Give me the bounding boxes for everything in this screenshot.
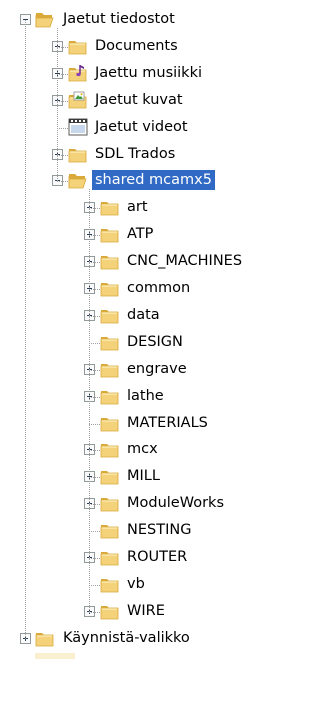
tree-item-label[interactable]: ModuleWorks (124, 493, 227, 513)
tree-guide-line (89, 262, 100, 264)
tree-guide-line (89, 558, 100, 559)
tree-guide-line (89, 396, 100, 398)
tree-guide-line (89, 531, 100, 533)
tree-guide-line (57, 181, 68, 183)
tree-guide-line (57, 154, 68, 156)
tree-item-label[interactable]: DESIGN (124, 332, 186, 352)
tree-item-cnc-machines[interactable]: CNC_MACHINES (0, 249, 277, 275)
tree-item-data[interactable]: data (0, 303, 277, 329)
tree-guide-line (89, 369, 100, 371)
tree-item-jaettu-musiikki[interactable]: Jaettu musiikki (0, 61, 277, 87)
tree-guide-line (89, 342, 100, 344)
tree-item-nesting[interactable]: NESTING (0, 518, 277, 544)
tree-guide-line (57, 100, 68, 102)
tree-guide-line (89, 423, 100, 425)
tree-item-label[interactable]: Käynnistä-valikko (60, 628, 193, 648)
folder-icon (35, 652, 75, 659)
tree-item-label[interactable]: art (124, 197, 151, 217)
tree-guide-line (89, 584, 100, 586)
tree-item-router[interactable]: ROUTER (0, 545, 277, 571)
tree-item-jaetut-kuvat[interactable]: Jaetut kuvat (0, 88, 277, 114)
tree-guide-line (57, 127, 68, 129)
tree-item-label[interactable]: Documents (92, 36, 181, 56)
tree-item-label[interactable]: MILL (124, 466, 163, 486)
tree-item-wire[interactable]: WIRE (0, 599, 277, 625)
tree-item-design[interactable]: DESIGN (0, 330, 277, 356)
tree-item-label[interactable]: mcx (124, 439, 161, 459)
tree-item-label[interactable]: vb (124, 574, 148, 594)
tree-item-art[interactable]: art (0, 195, 277, 221)
tree-item-label[interactable]: Jaetut tiedostot (60, 9, 178, 29)
tree-item-label[interactable]: NESTING (124, 520, 194, 540)
tree-item-atp[interactable]: ATP (0, 222, 277, 248)
tree-item-materials[interactable]: MATERIALS (0, 411, 277, 437)
tree-item-label[interactable]: SDL Trados (92, 144, 178, 164)
tree-guide-line (25, 20, 26, 639)
tree-guide-line (57, 46, 68, 48)
tree-item-label[interactable]: data (124, 305, 163, 325)
tree-item-documents[interactable]: Documents (0, 34, 277, 60)
tree-guide-line (89, 235, 100, 237)
tree-item-mcx[interactable]: mcx (0, 437, 277, 463)
tree-item-lathe[interactable]: lathe (0, 384, 277, 410)
tree-item-jaetut-tiedostot[interactable]: Jaetut tiedostot (0, 7, 277, 33)
folder-tree: Jaetut tiedostot Documents Jaettu musiik… (0, 0, 277, 708)
tree-guide-line (57, 73, 68, 75)
tree-guide-line (89, 315, 100, 317)
tree-guide-line (89, 477, 100, 479)
tree-item-label[interactable]: ATP (124, 224, 156, 244)
tree-guide-line (89, 289, 100, 290)
tree-guide-line (89, 208, 100, 210)
tree-item-label[interactable]: WIRE (124, 601, 168, 621)
tree-guide-line (89, 450, 100, 452)
tree-item-label[interactable]: Jaetut kuvat (92, 90, 186, 110)
tree-item-shared-mcamx5[interactable]: shared mcamx5 (0, 168, 277, 194)
tree-item-label[interactable]: MATERIALS (124, 413, 211, 433)
tree-item-sdl-trados[interactable]: SDL Trados (0, 142, 277, 168)
tree-item-label[interactable]: common (124, 278, 193, 298)
tree-item-common[interactable]: common (0, 276, 277, 302)
tree-item-label[interactable]: Jaettu musiikki (92, 63, 205, 83)
tree-guide-line (89, 504, 100, 506)
tree-item-engrave[interactable]: engrave (0, 357, 277, 383)
tree-item-jaetut-videot[interactable]: Jaetut videot (0, 115, 277, 141)
tree-item-label[interactable]: engrave (124, 359, 190, 379)
tree-item-käynnistä-valikko[interactable]: Käynnistä-valikko (0, 626, 277, 652)
tree-guide-line (89, 189, 90, 612)
tree-item-label[interactable]: ROUTER (124, 547, 190, 567)
tree-item-label[interactable]: Jaetut videot (92, 117, 191, 137)
tree-guide-line (57, 28, 58, 182)
tree-guide-line (89, 611, 100, 613)
tree-item-mill[interactable]: MILL (0, 464, 277, 490)
tree-item-vb[interactable]: vb (0, 572, 277, 598)
tree-item-label[interactable]: shared mcamx5 (92, 170, 215, 191)
tree-item-moduleworks[interactable]: ModuleWorks (0, 491, 277, 517)
tree-item-label[interactable]: lathe (124, 386, 167, 406)
tree-item-label[interactable]: CNC_MACHINES (124, 251, 245, 271)
